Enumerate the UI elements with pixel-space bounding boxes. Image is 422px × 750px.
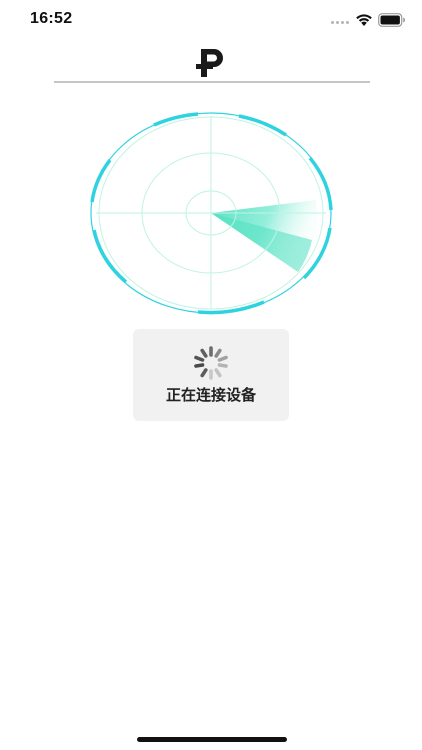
wifi-icon xyxy=(356,14,372,26)
cellular-signal-dots-icon xyxy=(331,21,349,24)
connecting-label: 正在连接设备 xyxy=(165,386,256,404)
battery-full-icon xyxy=(378,13,405,27)
radar-scan-icon xyxy=(90,112,333,315)
activity-spinner-icon xyxy=(194,346,228,380)
navigation-bar xyxy=(0,44,422,84)
connecting-screen: 16:52 正在连接设备 xyxy=(0,0,422,750)
loading-hud: 正在连接设备 xyxy=(133,329,289,421)
status-time: 16:52 xyxy=(30,10,73,27)
nav-divider xyxy=(54,81,370,83)
ruble-logo-icon xyxy=(196,49,223,77)
home-indicator[interactable] xyxy=(137,737,287,742)
status-bar: 16:52 xyxy=(0,0,422,44)
